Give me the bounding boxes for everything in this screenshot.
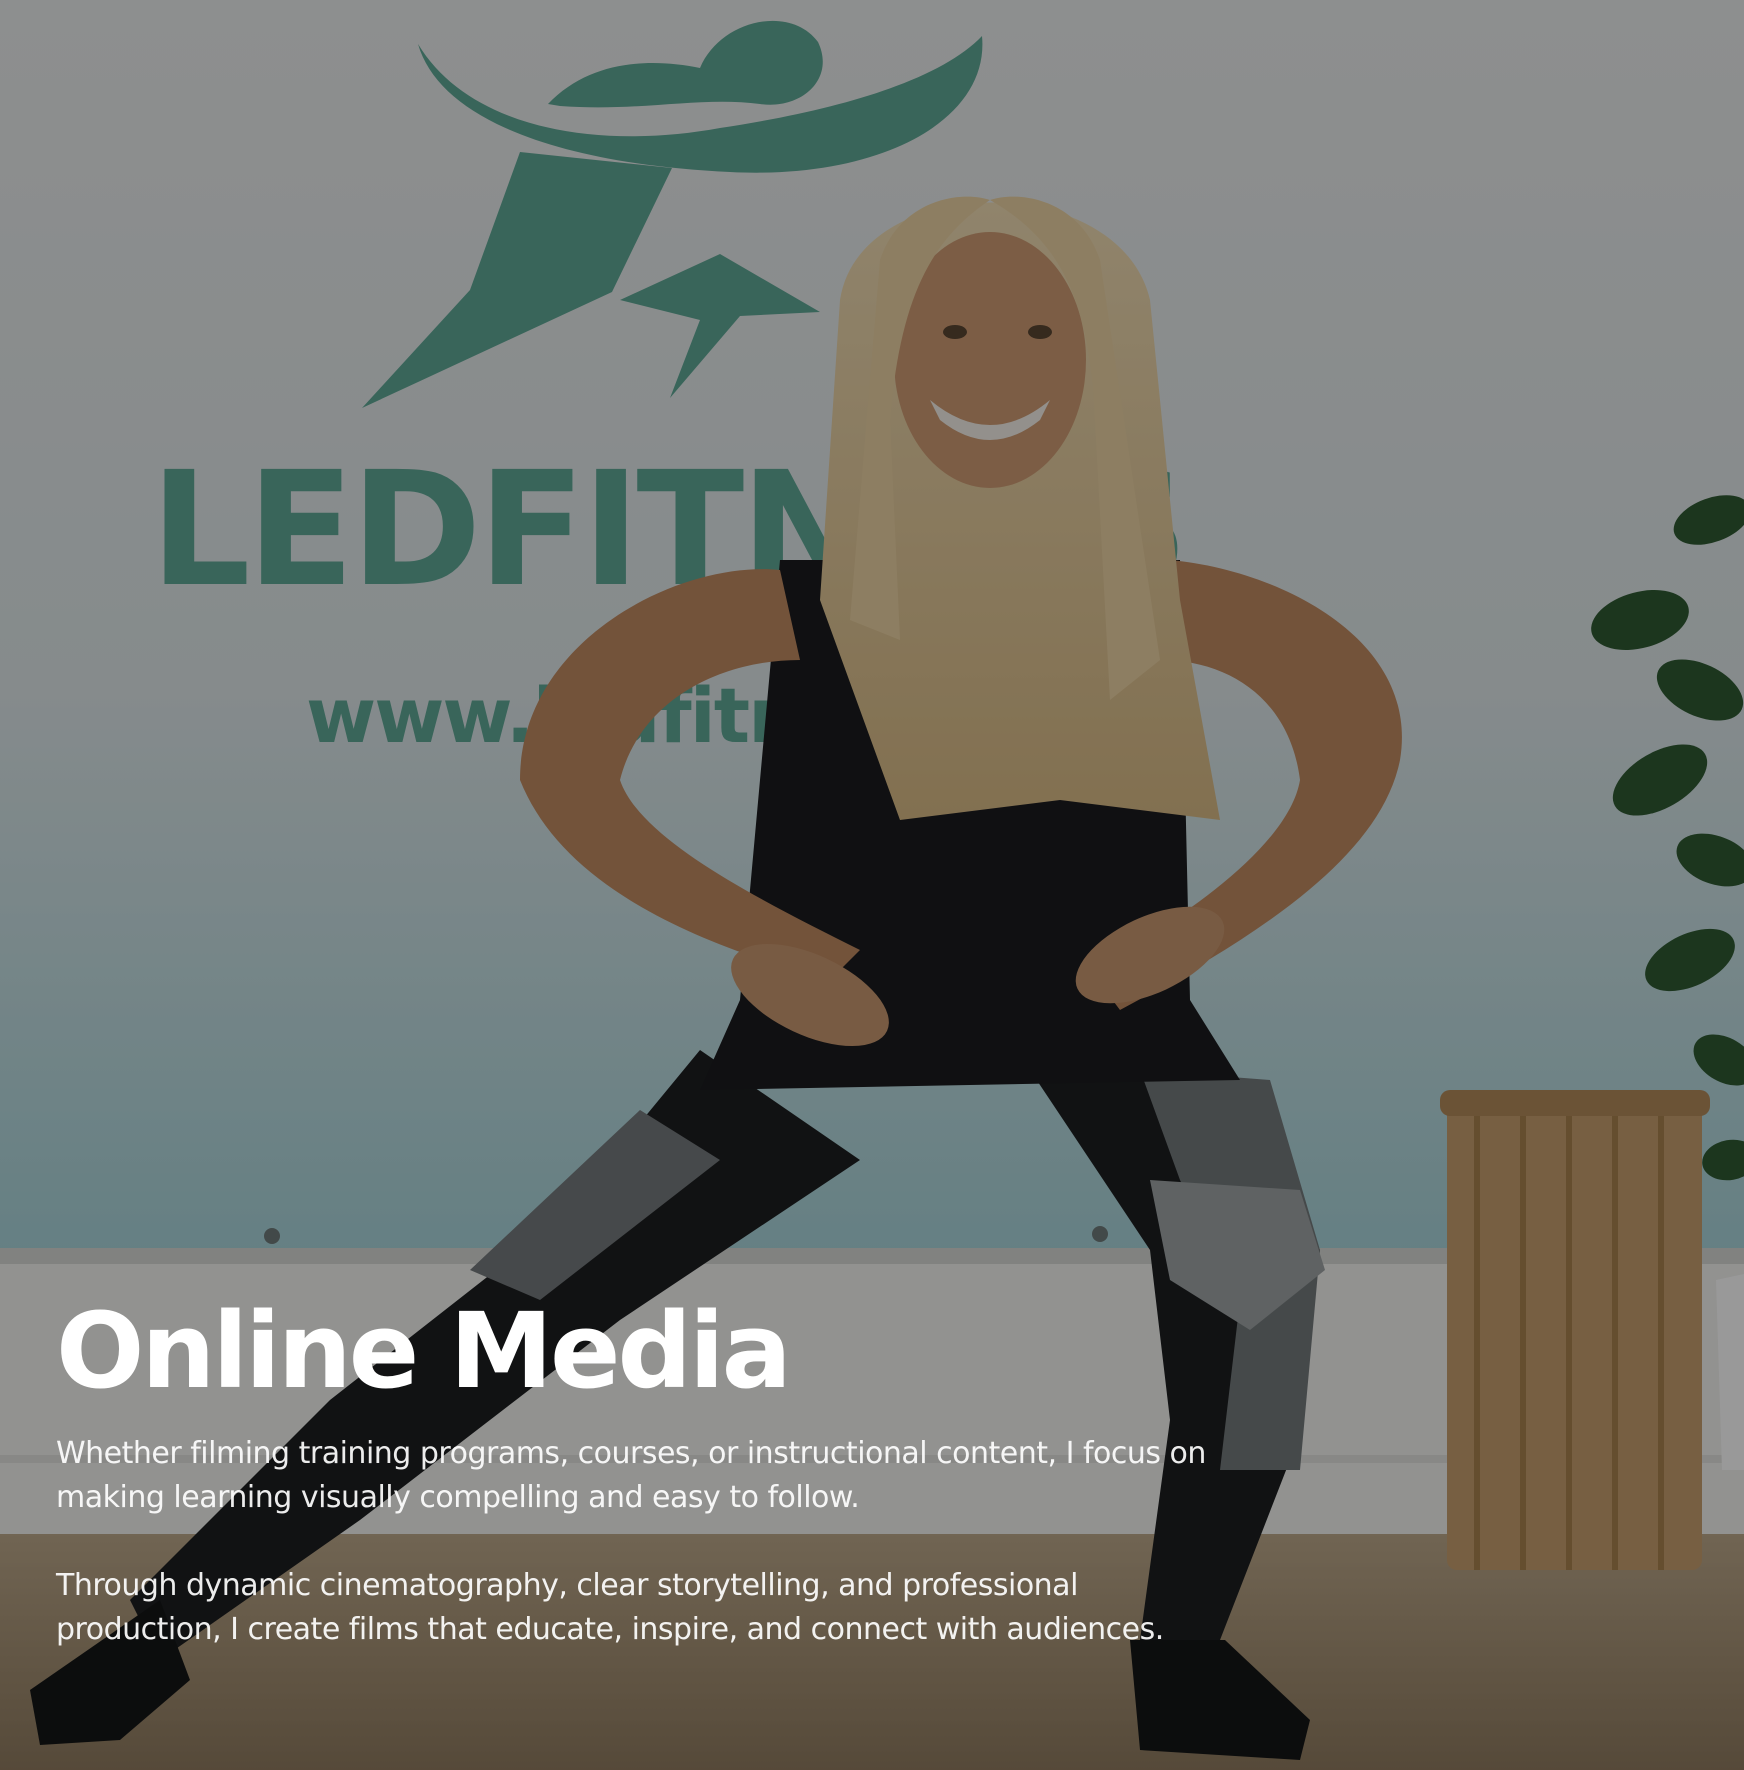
- hero-section: LEDFITNESS www.ledfitness: [0, 0, 1744, 1770]
- page-title: Online Media: [56, 1290, 792, 1412]
- hero-paragraph-1: Whether filming training programs, cours…: [56, 1436, 1206, 1515]
- hero-copy: Online Media Whether filming training pr…: [56, 1292, 1206, 1652]
- hero-paragraph-2: Through dynamic cinematography, clear st…: [56, 1568, 1164, 1647]
